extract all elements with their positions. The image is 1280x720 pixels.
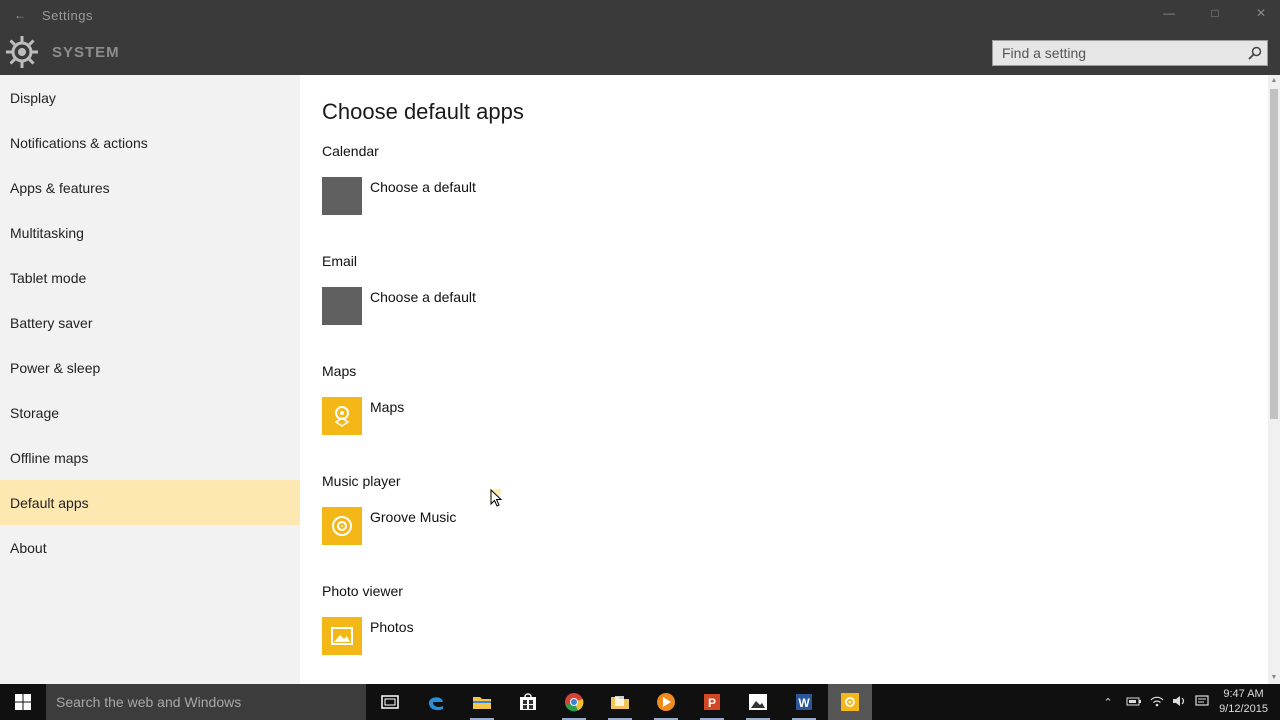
taskbar-search-input[interactable] xyxy=(56,694,366,710)
file-explorer-icon[interactable] xyxy=(468,688,496,720)
task-view-icon[interactable] xyxy=(376,688,404,716)
main-content: Choose default apps Calendar Choose a de… xyxy=(300,75,1268,684)
minimize-button[interactable]: — xyxy=(1160,6,1178,20)
sidebar-item-storage[interactable]: Storage xyxy=(0,390,300,435)
photos-app-icon[interactable] xyxy=(744,688,772,720)
maps-default-button[interactable]: Maps xyxy=(322,397,404,435)
section-header: SYSTEM xyxy=(0,32,120,72)
edge-icon[interactable] xyxy=(422,688,450,716)
calendar-category: Calendar Choose a default xyxy=(322,143,476,215)
category-label: Maps xyxy=(322,363,357,379)
page-title: Choose default apps xyxy=(322,99,524,124)
app-name: Maps xyxy=(370,399,405,415)
system-tray: ⌃ xyxy=(1100,684,1214,720)
search-input[interactable] xyxy=(993,41,1243,65)
maps-category: Maps Maps xyxy=(322,363,404,435)
wifi-icon[interactable] xyxy=(1146,695,1168,710)
photo-viewer-default-button[interactable]: Photos xyxy=(322,617,414,655)
taskbar-search[interactable] xyxy=(46,684,366,720)
category-label: Music player xyxy=(322,473,401,489)
category-label: Photo viewer xyxy=(322,583,403,599)
app-name: Choose a default xyxy=(370,289,476,305)
title-row: ← Settings xyxy=(14,6,93,24)
clock-date: 9/12/2015 xyxy=(1219,703,1268,715)
close-button[interactable]: ✕ xyxy=(1252,6,1270,20)
powerpoint-icon[interactable]: P xyxy=(698,688,726,720)
sidebar-item-display[interactable]: Display xyxy=(0,75,300,120)
blank-icon xyxy=(322,177,362,215)
clock[interactable]: 9:47 AM 9/12/2015 xyxy=(1219,687,1268,717)
sidebar: Display Notifications & actions Apps & f… xyxy=(0,75,300,684)
maximize-button[interactable]: □ xyxy=(1206,6,1224,20)
section-title: SYSTEM xyxy=(52,43,120,61)
sidebar-item-battery-saver[interactable]: Battery saver xyxy=(0,300,300,345)
back-arrow-icon[interactable]: ← xyxy=(14,8,30,22)
sidebar-item-power-sleep[interactable]: Power & sleep xyxy=(0,345,300,390)
folder-icon[interactable] xyxy=(606,688,634,720)
title-bar: ← Settings — □ ✕ SYSTEM Find a setting xyxy=(0,0,1280,75)
app-name: Choose a default xyxy=(370,179,476,195)
chrome-icon[interactable] xyxy=(560,688,588,720)
sidebar-item-multitasking[interactable]: Multitasking xyxy=(0,210,300,255)
clock-time: 9:47 AM xyxy=(1223,688,1264,700)
maps-icon xyxy=(322,397,362,435)
svg-text:W: W xyxy=(798,696,810,710)
calendar-default-button[interactable]: Choose a default xyxy=(322,177,476,215)
photo-viewer-category: Photo viewer Photos xyxy=(322,583,414,655)
show-hidden-icons-icon[interactable]: ⌃ xyxy=(1100,696,1116,709)
scroll-up-icon[interactable]: ▲ xyxy=(1268,75,1280,87)
gear-icon xyxy=(0,30,44,74)
sidebar-item-default-apps[interactable]: Default apps xyxy=(0,480,300,525)
media-player-icon[interactable] xyxy=(652,688,680,720)
find-setting-search[interactable] xyxy=(992,40,1268,66)
sidebar-item-about[interactable]: About xyxy=(0,525,300,570)
email-category: Email Choose a default xyxy=(322,253,476,325)
settings-app-icon[interactable] xyxy=(828,684,872,720)
store-icon[interactable] xyxy=(514,688,542,716)
word-icon[interactable]: W xyxy=(790,688,818,720)
category-label: Email xyxy=(322,253,358,269)
email-default-button[interactable]: Choose a default xyxy=(322,287,476,325)
taskbar: P W ⌃ 9:47 AM 9/12/2015 xyxy=(0,684,1280,720)
action-center-icon[interactable] xyxy=(1190,694,1214,710)
app-name: Photos xyxy=(370,619,414,635)
sidebar-item-tablet-mode[interactable]: Tablet mode xyxy=(0,255,300,300)
music-player-default-button[interactable]: Groove Music xyxy=(322,507,456,545)
search-icon[interactable] xyxy=(1243,41,1267,65)
vertical-scrollbar[interactable]: ▲ ▼ xyxy=(1268,75,1280,684)
windows-logo-icon xyxy=(15,694,31,710)
groove-music-icon xyxy=(322,507,362,545)
sidebar-item-notifications[interactable]: Notifications & actions xyxy=(0,120,300,165)
sidebar-item-offline-maps[interactable]: Offline maps xyxy=(0,435,300,480)
window-controls: — □ ✕ xyxy=(1160,6,1270,20)
photos-icon xyxy=(322,617,362,655)
app-name: Groove Music xyxy=(370,509,457,525)
category-label: Calendar xyxy=(322,143,379,159)
scroll-down-icon[interactable]: ▼ xyxy=(1268,672,1280,684)
start-button[interactable] xyxy=(0,684,46,720)
sidebar-item-apps-features[interactable]: Apps & features xyxy=(0,165,300,210)
window-title: Settings xyxy=(42,7,93,23)
blank-icon xyxy=(322,287,362,325)
mouse-cursor-icon xyxy=(490,489,503,507)
music-player-category: Music player Groove Music xyxy=(322,473,456,545)
battery-icon[interactable] xyxy=(1122,696,1146,709)
volume-icon[interactable] xyxy=(1168,695,1190,710)
svg-text:P: P xyxy=(708,696,716,710)
scroll-thumb[interactable] xyxy=(1270,89,1278,419)
